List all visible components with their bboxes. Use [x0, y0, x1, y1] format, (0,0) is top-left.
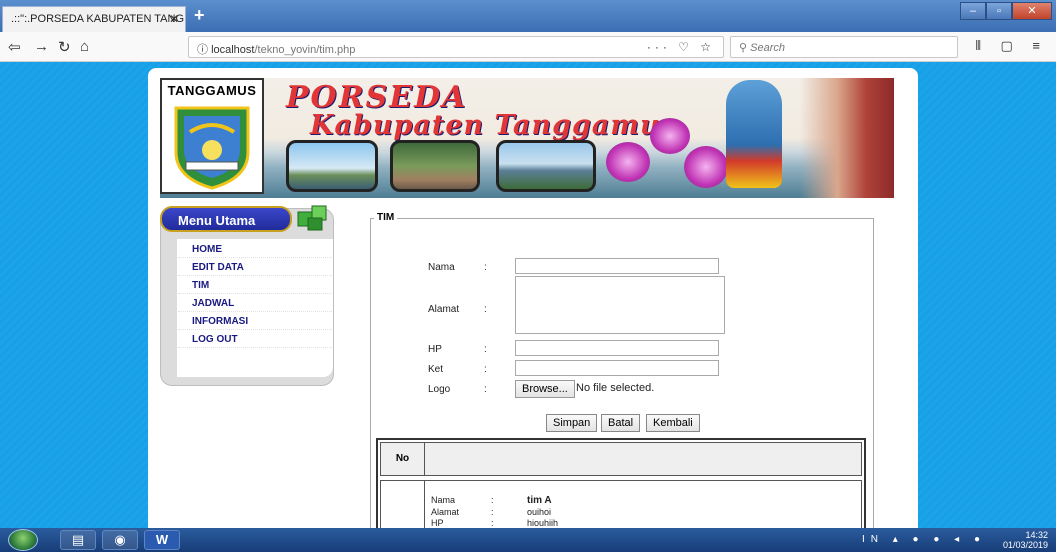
forward-icon[interactable]: → [34, 38, 49, 55]
home-icon[interactable]: ⌂ [80, 38, 89, 55]
url-path: /tekno_yovin/tim.php [254, 44, 356, 56]
sidebar-item-jadwal[interactable]: JADWAL [178, 294, 332, 312]
shield-icon [174, 106, 250, 190]
table-row: Nama : tim A Alamat : ouihoi HP : hiouhi… [380, 480, 862, 528]
row-alamat-label: Alamat [431, 507, 460, 517]
row-hp-value: hiouhiih [527, 518, 559, 528]
browse-button[interactable]: Browse... [515, 380, 575, 398]
banner-photo-monument [286, 140, 378, 192]
dancer-image [800, 78, 894, 198]
colon: : [484, 364, 487, 375]
browser-titlebar: .::":.PORSEDA KABUPATEN TANG ✕ + – ▫ ✕ [0, 0, 1056, 32]
nama-label: Nama [428, 262, 455, 273]
page-actions-icons[interactable]: ··· ♡ ☆ [647, 40, 715, 54]
browser-navbar: ⇦ → ↻ ⌂ ⓘ localhost/tekno_yovin/tim.php … [0, 32, 1056, 62]
url-bar[interactable]: ⓘ localhost/tekno_yovin/tim.php ··· ♡ ☆ [188, 36, 724, 58]
colon: : [491, 495, 494, 505]
back-icon[interactable]: ⇦ [8, 38, 21, 56]
tab-title: .::":.PORSEDA KABUPATEN TANG [11, 13, 185, 25]
header-banner: TANGGAMUS PORSEDA Kabupaten Tanggamus [160, 78, 894, 198]
tim-table: No Nama : tim A Alamat : ouihoi HP : hio… [376, 438, 866, 528]
search-placeholder: Search [750, 42, 785, 54]
browser-tab[interactable]: .::":.PORSEDA KABUPATEN TANG ✕ [2, 6, 186, 32]
banner-photo-landscape [496, 140, 596, 192]
banner-title-line2: Kabupaten Tanggamus [310, 110, 677, 141]
row-no-cell [381, 481, 425, 528]
reload-icon[interactable]: ↻ [58, 38, 71, 56]
toolbar-right-icons[interactable]: ⫴ ▢ ≡ [975, 38, 1048, 54]
minimize-button[interactable]: – [960, 2, 986, 20]
row-nama-value: tim A [527, 495, 552, 506]
search-icon: ⚲ [739, 42, 748, 54]
alamat-textarea[interactable] [515, 276, 725, 334]
batal-button[interactable]: Batal [601, 414, 641, 432]
clock-time: 14:32 [1025, 530, 1048, 540]
ket-input[interactable] [515, 360, 719, 376]
row-alamat-value: ouihoi [527, 507, 552, 517]
tab-close-icon[interactable]: ✕ [169, 12, 179, 26]
colon: : [484, 384, 487, 395]
explorer-taskbar-icon[interactable]: ▤ [60, 530, 96, 550]
menu-header: Menu Utama [160, 206, 292, 232]
start-button[interactable] [8, 529, 38, 551]
sidebar-item-log-out[interactable]: LOG OUT [178, 330, 332, 348]
orchid-flower [606, 142, 650, 182]
firefox-taskbar-icon[interactable]: ◉ [102, 530, 138, 550]
sidebar-item-informasi[interactable]: INFORMASI [178, 312, 332, 330]
logo-label: Logo [428, 384, 451, 395]
fieldset-legend: TIM [374, 212, 398, 223]
kembali-button[interactable]: Kembali [646, 414, 700, 432]
no-file-text: No file selected. [576, 382, 655, 394]
simpan-button[interactable]: Simpan [546, 414, 598, 432]
search-input[interactable]: ⚲ Search [730, 36, 958, 58]
word-taskbar-icon[interactable]: W [144, 530, 180, 550]
banner-photo-gate [390, 140, 480, 192]
alamat-label: Alamat [428, 304, 460, 315]
sidebar-item-tim[interactable]: TIM [178, 276, 332, 294]
header-no: No [381, 443, 425, 475]
maximize-button[interactable]: ▫ [986, 2, 1012, 20]
nama-input[interactable] [515, 258, 719, 274]
tanggamus-emblem: TANGGAMUS [160, 78, 264, 194]
info-icon[interactable]: ⓘ [197, 44, 208, 56]
page-background: TANGGAMUS PORSEDA Kabupaten Tanggamus Me… [0, 62, 1056, 528]
page-container: TANGGAMUS PORSEDA Kabupaten Tanggamus Me… [148, 68, 918, 528]
emblem-label: TANGGAMUS [167, 83, 257, 98]
hp-input[interactable] [515, 340, 719, 356]
orchid-flower [650, 118, 690, 154]
close-window-button[interactable]: ✕ [1012, 2, 1052, 20]
row-nama-label: Nama [431, 495, 456, 505]
sidebar-item-edit-data[interactable]: EDIT DATA [178, 258, 332, 276]
window-controls: – ▫ ✕ [960, 2, 1052, 20]
sidebar-menu: HOME EDIT DATA TIM JADWAL INFORMASI LOG … [178, 240, 332, 348]
url-host: localhost [211, 44, 255, 56]
sidebar-item-home[interactable]: HOME [178, 240, 332, 258]
windows-taskbar: ▤ ◉ W IN ▴ ● ● ◂ ● 14:32 01/03/2019 [0, 528, 1056, 552]
cubes-icon [297, 205, 327, 231]
table-header: No [380, 442, 862, 476]
system-tray-icons[interactable]: IN ▴ ● ● ◂ ● [862, 534, 986, 545]
clock-date: 01/03/2019 [1002, 540, 1048, 550]
row-hp-label: HP [431, 518, 444, 528]
colon: : [484, 344, 487, 355]
language-indicator[interactable]: IN [862, 534, 884, 545]
ket-label: Ket [428, 364, 444, 375]
colon: : [484, 262, 487, 273]
colon: : [484, 304, 487, 315]
dolphin-mascot [726, 80, 782, 188]
colon: : [491, 507, 494, 517]
clock[interactable]: 14:32 01/03/2019 [1003, 530, 1048, 550]
colon: : [491, 518, 494, 528]
new-tab-button[interactable]: + [194, 5, 205, 26]
hp-label: HP [428, 344, 442, 355]
orchid-flower [684, 146, 728, 188]
